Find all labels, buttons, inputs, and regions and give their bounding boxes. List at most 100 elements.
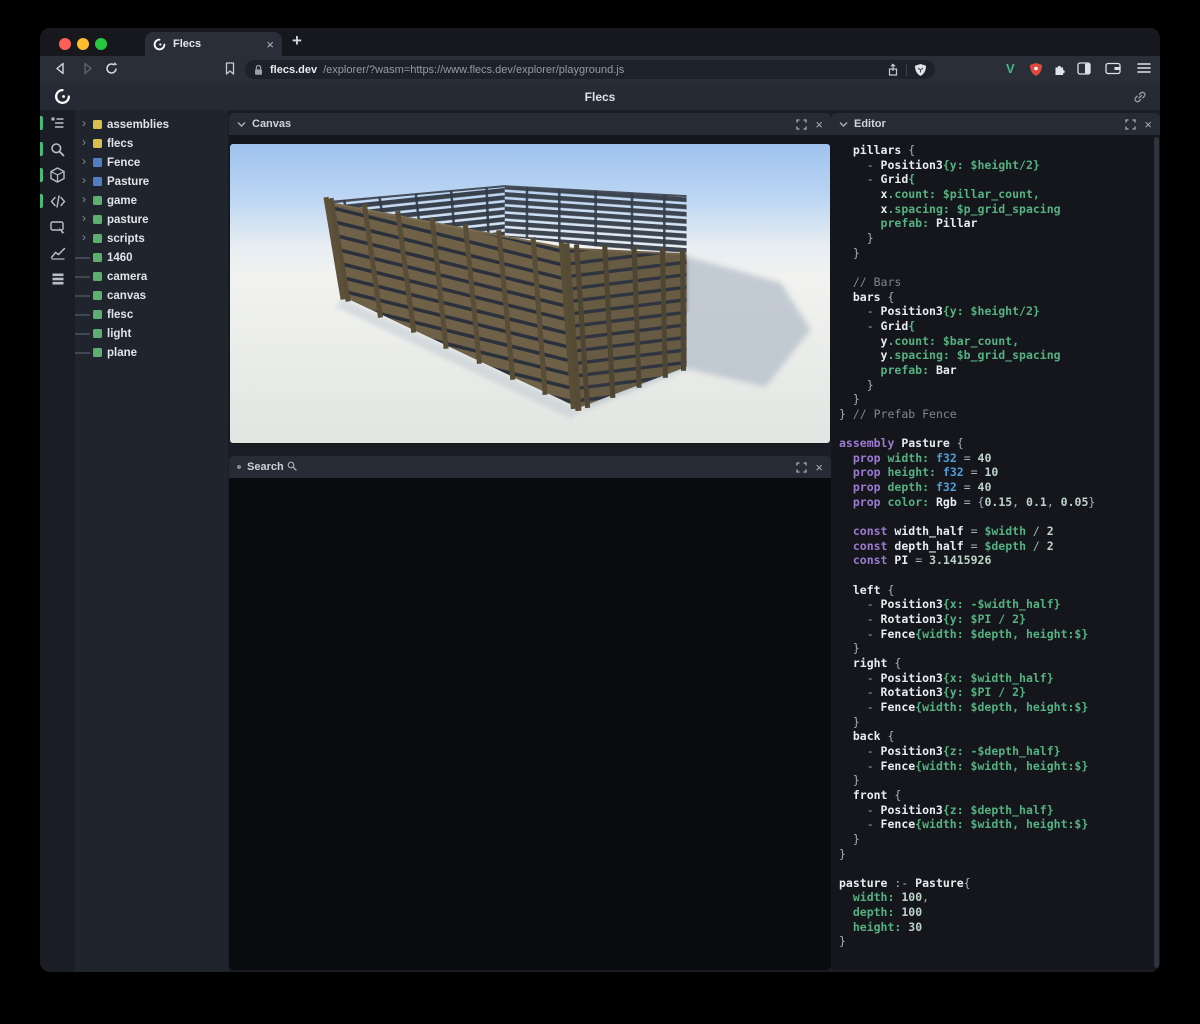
tree-item-Pasture[interactable]: ›Pasture — [75, 172, 228, 191]
expand-chevron-icon[interactable]: › — [82, 230, 86, 244]
code-line: width: 100, — [839, 890, 1160, 905]
code-line: - Fence{width: $width, height:$} — [839, 817, 1160, 832]
tree-item-canvas[interactable]: canvas — [75, 286, 228, 305]
code-line: left { — [839, 583, 1160, 598]
code-line: prop color: Rgb = {0.15, 0.1, 0.05} — [839, 495, 1160, 510]
tab-close-icon[interactable]: × — [266, 37, 274, 52]
code-line: pasture :- Pasture{ — [839, 876, 1160, 891]
rail-inspector-button[interactable] — [40, 214, 75, 240]
entity-color-square — [93, 310, 102, 319]
code-editor-area[interactable]: pillars { - Position3{y: $height/2} - Gr… — [831, 135, 1160, 970]
new-tab-button[interactable]: + — [292, 31, 302, 51]
editor-panel-header: Editor × — [831, 113, 1160, 135]
rail-stats-button[interactable] — [40, 240, 75, 266]
minimize-window-button[interactable] — [77, 38, 89, 50]
tree-item-Fence[interactable]: ›Fence — [75, 153, 228, 172]
chevron-down-icon[interactable] — [237, 121, 246, 128]
fullscreen-icon[interactable] — [796, 462, 807, 473]
rail-editor-button[interactable] — [40, 188, 75, 214]
lock-icon — [253, 64, 264, 76]
code-line: - Rotation3{y: $PI / 2} — [839, 612, 1160, 627]
vue-devtools-icon[interactable]: V — [1006, 61, 1015, 76]
entity-label: 1460 — [107, 252, 133, 264]
browser-tab[interactable]: Flecs × — [145, 32, 282, 56]
tree-guide-line — [75, 276, 90, 278]
fullscreen-icon[interactable] — [796, 119, 807, 130]
search-panel-header: Search × — [229, 456, 831, 478]
bookmark-icon[interactable] — [223, 61, 237, 76]
tree-item-flesc[interactable]: flesc — [75, 305, 228, 324]
tab-title: Flecs — [173, 38, 259, 50]
code-line: prop width: f32 = 40 — [839, 451, 1160, 466]
forward-icon[interactable] — [80, 61, 95, 76]
sidebar-icon[interactable] — [1077, 62, 1091, 75]
url-bar[interactable]: flecs.dev/explorer/?wasm=https://www.fle… — [245, 60, 935, 79]
reload-icon[interactable] — [104, 61, 119, 76]
extensions-puzzle-icon[interactable] — [1053, 62, 1067, 76]
entity-color-square — [93, 177, 102, 186]
rail-search-button[interactable] — [40, 136, 75, 162]
fullscreen-icon[interactable] — [1125, 119, 1136, 130]
tree-item-pasture[interactable]: ›pasture — [75, 210, 228, 229]
code-line: // Bars — [839, 275, 1160, 290]
entity-label: canvas — [107, 290, 146, 302]
tree-item-camera[interactable]: camera — [75, 267, 228, 286]
expand-chevron-icon[interactable]: › — [82, 116, 86, 130]
code-line: } — [839, 246, 1160, 261]
entity-label: light — [107, 328, 131, 340]
close-window-button[interactable] — [59, 38, 71, 50]
rail-canvas-button[interactable] — [40, 162, 75, 188]
expand-chevron-icon[interactable]: › — [82, 154, 86, 168]
entity-label: flecs — [107, 138, 133, 150]
wallet-icon[interactable] — [1105, 62, 1121, 75]
code-line: const PI = 3.1415926 — [839, 553, 1160, 568]
code-line: - Grid{ — [839, 319, 1160, 334]
code-line: assembly Pasture { — [839, 436, 1160, 451]
entity-color-square — [93, 215, 102, 224]
tree-guide-line — [75, 352, 90, 354]
back-icon[interactable] — [53, 61, 68, 76]
tree-item-light[interactable]: light — [75, 324, 228, 343]
rail-entity-tree-button[interactable] — [40, 110, 75, 136]
entity-tree-list: ›assemblies›flecs›Fence›Pasture›game›pas… — [75, 115, 228, 362]
entity-color-square — [93, 120, 102, 129]
expand-chevron-icon[interactable]: › — [82, 192, 86, 206]
expand-chevron-icon[interactable]: › — [82, 135, 86, 149]
code-icon — [50, 195, 66, 208]
expand-chevron-icon[interactable]: › — [82, 173, 86, 187]
tree-item-scripts[interactable]: ›scripts — [75, 229, 228, 248]
3d-viewport[interactable] — [230, 144, 830, 443]
tree-item-flecs[interactable]: › flecs — [75, 134, 228, 153]
close-panel-icon[interactable]: × — [1144, 117, 1152, 132]
entity-color-square — [93, 139, 102, 148]
share-icon[interactable] — [887, 63, 899, 77]
tree-item-assemblies[interactable]: ›assemblies — [75, 115, 228, 134]
search-results-area — [229, 478, 831, 970]
expand-chevron-icon[interactable]: › — [82, 211, 86, 225]
search-icon — [50, 142, 65, 157]
brave-shield-icon[interactable] — [914, 63, 927, 77]
inspector-cursor-icon — [50, 220, 66, 235]
search-collapse-dot[interactable] — [237, 465, 241, 469]
adblock-shield-icon[interactable] — [1029, 62, 1043, 77]
editor-scrollbar[interactable] — [1154, 137, 1159, 968]
chevron-down-icon[interactable] — [839, 121, 848, 128]
close-panel-icon[interactable]: × — [815, 460, 823, 475]
entity-color-square — [93, 329, 102, 338]
tree-item-game[interactable]: ›game — [75, 191, 228, 210]
code-line: const depth_half = $depth / 2 — [839, 539, 1160, 554]
tree-item-1460[interactable]: 1460 — [75, 248, 228, 267]
menu-hamburger-icon[interactable] — [1137, 62, 1151, 74]
entity-color-square — [93, 348, 102, 357]
close-panel-icon[interactable]: × — [815, 117, 823, 132]
chart-line-icon — [50, 246, 66, 260]
zoom-window-button[interactable] — [95, 38, 107, 50]
rail-tables-button[interactable] — [40, 266, 75, 292]
panel-rail — [40, 110, 75, 972]
code-line: } — [839, 847, 1160, 862]
tree-item-plane[interactable]: plane — [75, 343, 228, 362]
code-line: prop height: f32 = 10 — [839, 465, 1160, 480]
search-small-icon — [287, 461, 297, 471]
code-line — [839, 861, 1160, 876]
link-icon[interactable] — [1133, 90, 1147, 104]
